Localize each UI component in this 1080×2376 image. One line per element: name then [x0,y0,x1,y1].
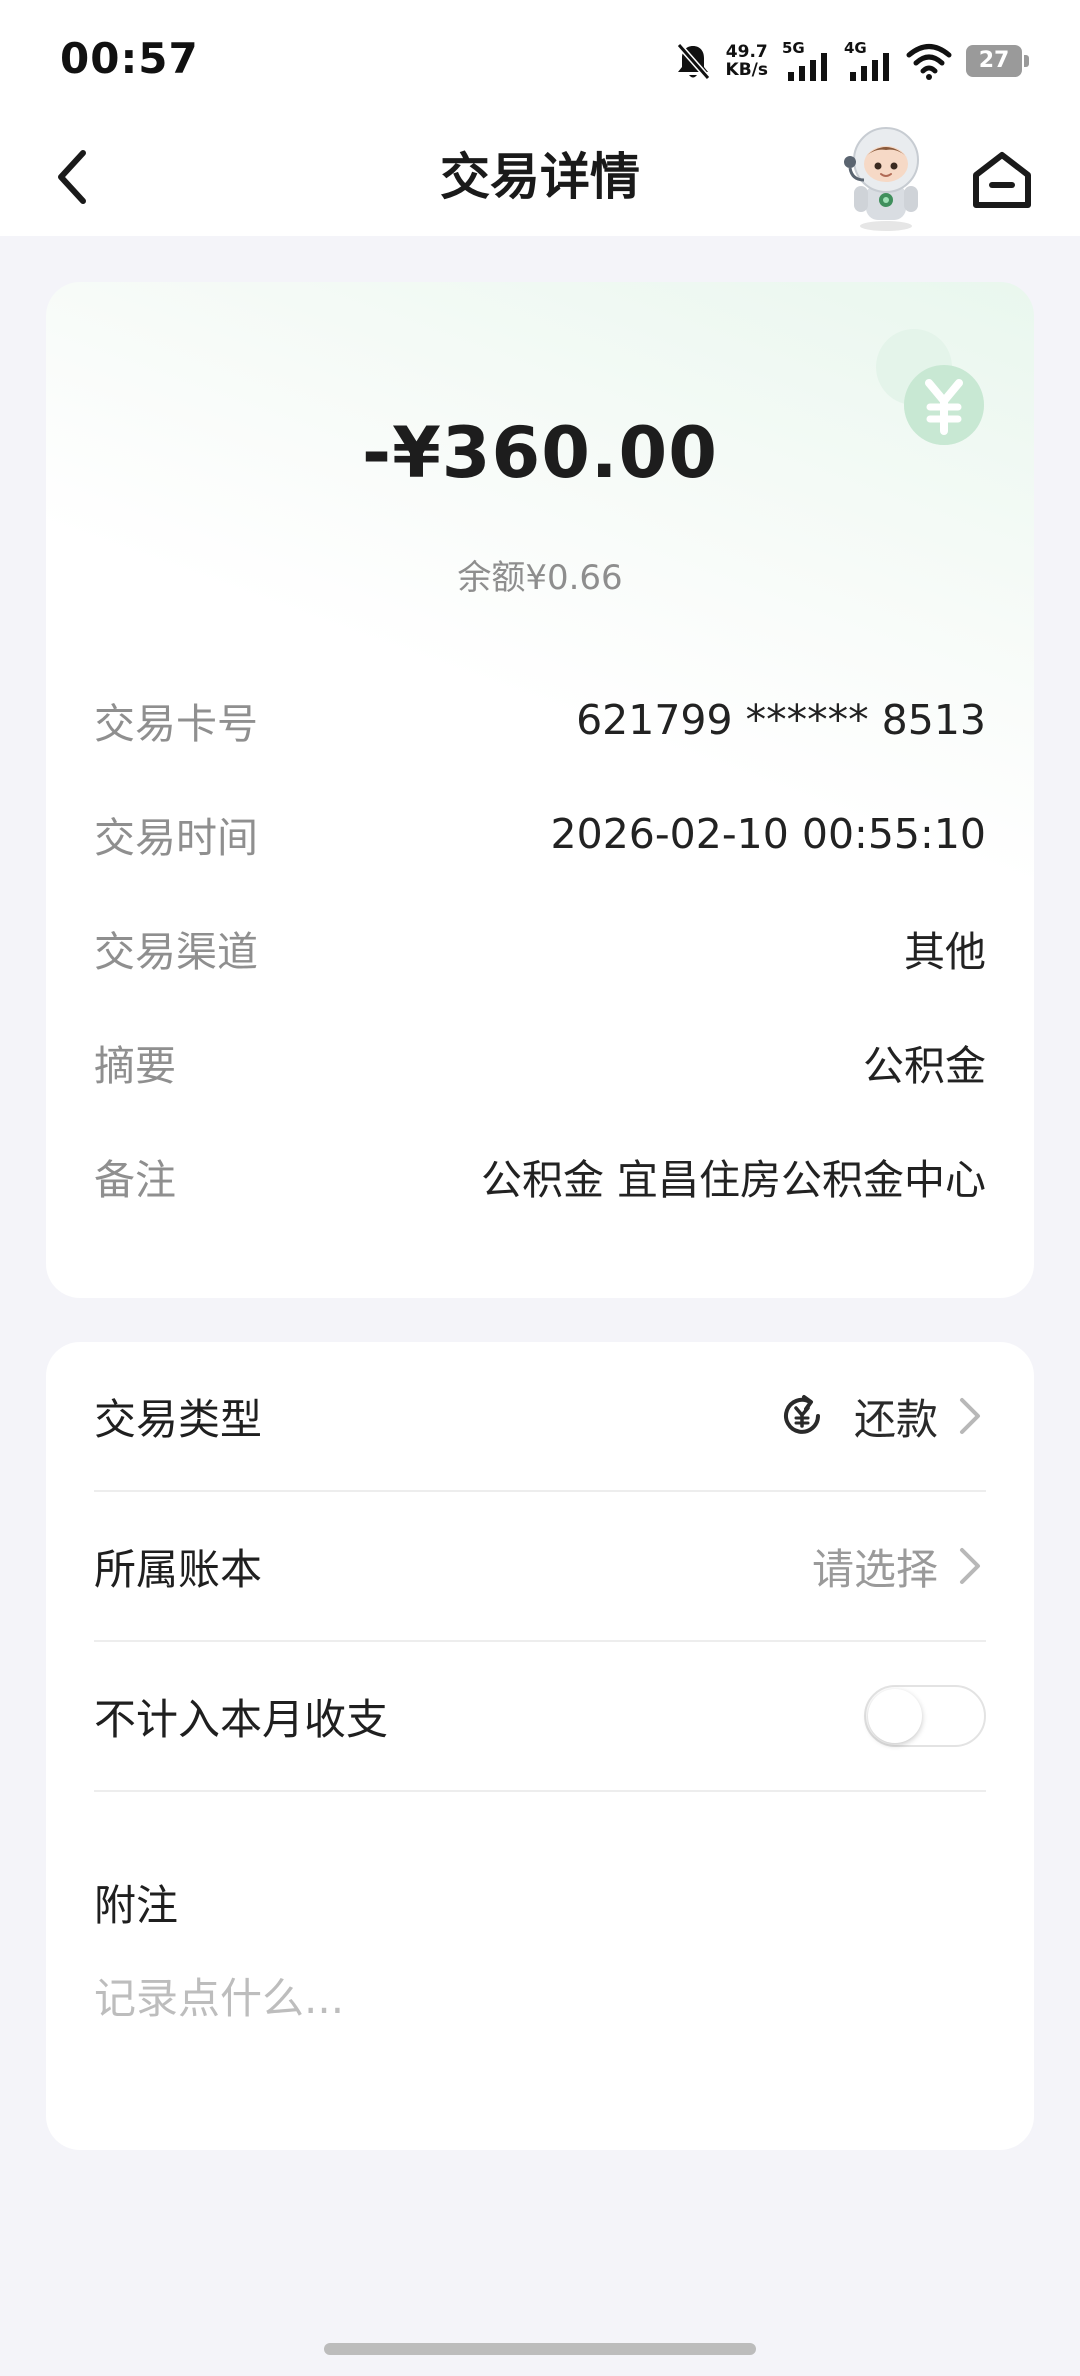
memo-input[interactable]: 记录点什么... [94,1964,986,2034]
home-indicator[interactable] [324,2343,756,2355]
detail-value: 其他 [904,928,986,976]
balance-text: 余额¥0.66 [457,558,623,598]
home-button[interactable] [962,140,1042,220]
detail-label: 备注 [94,1156,176,1204]
detail-value: 公积金 宜昌住房公积金中心 [480,1156,986,1204]
ledger-label: 所属账本 [94,1544,263,1594]
ledger-placeholder: 请选择 [811,1544,938,1594]
home-icon [973,152,1031,208]
detail-row-remark: 备注 公积金 宜昌住房公积金中心 [94,1146,986,1206]
status-icons: 49.7 KB/s 5G 4G 27 [674,38,1029,84]
transaction-type-selector[interactable]: 还款 [778,1386,986,1447]
bell-muted-icon [676,43,710,80]
signal-4g: 4G [844,39,892,81]
network-speed-unit: KB/s [725,60,768,80]
signal-bars-icon [850,53,889,81]
detail-value: 621799 ****** 8513 [576,696,986,744]
status-time: 00:57 [60,34,199,83]
wifi-icon [906,44,952,80]
ledger-selector[interactable]: 请选择 [812,1536,986,1597]
exclude-month-label: 不计入本月收支 [94,1694,389,1744]
toggle-knob [868,1689,922,1743]
nav-bar: 交易详情 [0,118,1080,236]
exclude-month-toggle[interactable] [864,1685,986,1747]
signal-5g: 5G [782,39,830,81]
detail-value: 2026-02-10 00:55:10 [550,810,986,858]
detail-label: 交易时间 [94,814,258,862]
transaction-type-value: 还款 [853,1394,938,1444]
status-bar: 00:57 49.7 KB/s 5G 4G 27 [0,0,1080,118]
network-speed: 49.7 KB/s [726,43,768,79]
network-speed-value: 49.7 [725,42,768,62]
repayment-icon [784,1395,820,1434]
detail-label: 交易卡号 [94,700,258,748]
transaction-amount: -¥360.00 [362,412,718,494]
memo-label: 附注 [94,1881,179,1930]
detail-label: 摘要 [94,1042,176,1090]
transaction-type-label: 交易类型 [94,1394,263,1444]
transaction-type-row[interactable]: 交易类型 还款 [94,1342,986,1492]
detail-value: 公积金 [863,1042,986,1090]
exclude-month-row: 不计入本月收支 [94,1642,986,1792]
detail-label: 交易渠道 [94,928,258,976]
signal-bars-icon [788,53,827,81]
ledger-row[interactable]: 所属账本 请选择 [94,1492,986,1642]
transaction-detail-card: -¥360.00 余额¥0.66 交易卡号 621799 ****** 8513… [46,282,1034,1298]
chevron-right-icon [960,1548,980,1584]
transaction-settings-card: 交易类型 还款 所属账本 请选择 不计入本月收支 附注 记录点什么... [46,1342,1034,2150]
battery-indicator: 27 [966,45,1029,77]
detail-row-card-number: 交易卡号 621799 ****** 8513 [94,690,986,750]
detail-row-summary: 摘要 公积金 [94,1032,986,1092]
detail-row-channel: 交易渠道 其他 [94,918,986,978]
detail-row-time: 交易时间 2026-02-10 00:55:10 [94,804,986,864]
astronaut-assistant-icon[interactable] [836,122,936,232]
chevron-right-icon [960,1398,980,1434]
